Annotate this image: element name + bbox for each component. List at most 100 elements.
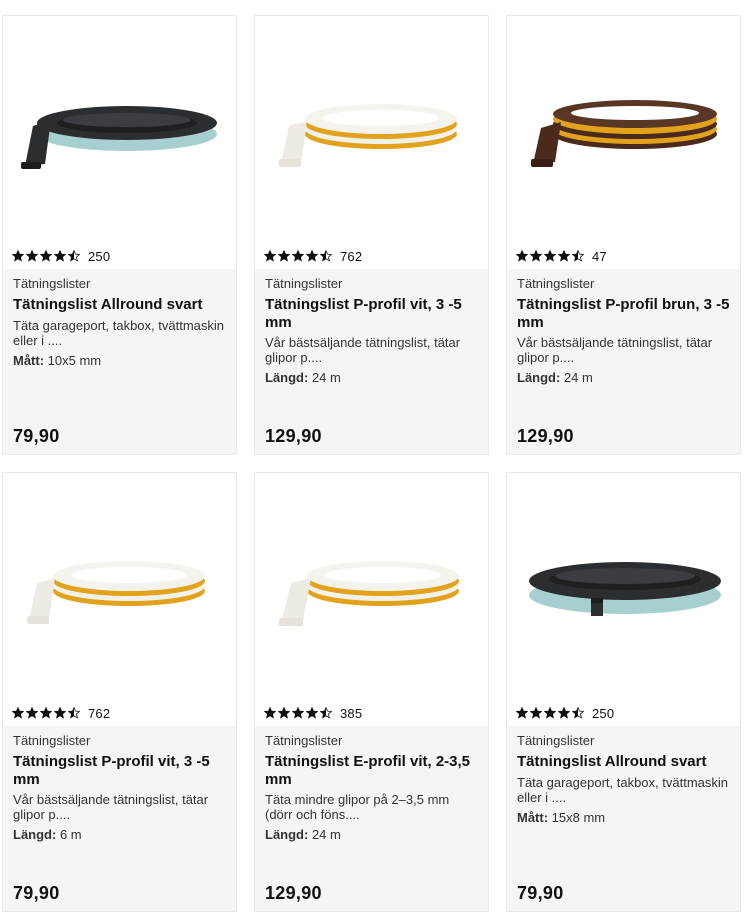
product-card[interactable]: 250 Tätningslister Tätningslist Allround…	[506, 472, 741, 912]
product-category[interactable]: Tätningslister	[13, 276, 226, 291]
spec-label: Längd:	[265, 370, 309, 385]
product-price: 79,90	[13, 426, 60, 446]
product-info: Tätningslister Tätningslist P-profil vit…	[3, 726, 236, 911]
product-image[interactable]	[255, 16, 488, 241]
black-seal-strip-roll-icon	[21, 106, 217, 169]
spec-label: Längd:	[265, 827, 309, 842]
star-icon	[320, 707, 332, 719]
rating: 250	[516, 705, 614, 721]
star-rating-icon	[516, 707, 584, 719]
product-card[interactable]: 762 Tätningslister Tätningslist P-profil…	[2, 472, 237, 912]
star-icon	[516, 250, 528, 262]
product-image[interactable]	[255, 473, 488, 698]
white-seal-strip-roll-icon	[27, 561, 205, 624]
product-description: Täta garageport, takbox, tvättmaskin ell…	[517, 774, 728, 805]
product-spec: Längd: 24 m	[517, 370, 730, 385]
star-icon	[292, 707, 304, 719]
product-description: Täta mindre glipor på 2–3,5 mm (dörr och…	[265, 792, 450, 822]
product-info: Tätningslister Tätningslist Allround sva…	[507, 726, 740, 911]
product-price: 79,90	[517, 883, 564, 903]
star-icon	[544, 250, 556, 262]
product-category[interactable]: Tätningslister	[265, 276, 478, 291]
product-image[interactable]	[3, 473, 236, 698]
rating-count: 762	[88, 705, 111, 721]
star-icon	[26, 250, 38, 262]
star-icon	[54, 707, 66, 719]
star-icon	[40, 250, 52, 262]
rating: 250	[12, 248, 110, 264]
star-icon	[516, 707, 528, 719]
star-icon	[12, 707, 24, 719]
star-icon	[278, 707, 290, 719]
white-seal-strip-roll-icon	[279, 561, 459, 626]
product-card[interactable]: 47 Tätningslister Tätningslist P-profil …	[506, 15, 741, 455]
rating: 762	[12, 705, 110, 721]
spec-value: 24 m	[560, 370, 593, 385]
product-category[interactable]: Tätningslister	[265, 733, 478, 748]
brown-seal-strip-roll-icon	[531, 100, 717, 167]
product-spec: Mått: 15x8 mm	[517, 810, 730, 825]
star-icon	[306, 250, 318, 262]
star-rating-icon	[264, 250, 332, 262]
white-seal-strip-roll-icon	[279, 104, 457, 167]
product-price: 129,90	[517, 426, 574, 446]
product-category[interactable]: Tätningslister	[517, 733, 730, 748]
product-info: Tätningslister Tätningslist Allround sva…	[3, 269, 236, 454]
spec-value: 6 m	[56, 827, 82, 842]
star-icon	[558, 250, 570, 262]
product-info: Tätningslister Tätningslist E-profil vit…	[255, 726, 488, 911]
spec-value: 15x8 mm	[548, 809, 606, 825]
star-icon	[544, 707, 556, 719]
product-info: Tätningslister Tätningslist P-profil vit…	[255, 269, 488, 454]
product-title[interactable]: Tätningslist P-profil vit, 3 -5 mm	[265, 296, 478, 331]
product-image[interactable]	[507, 16, 740, 241]
product-category[interactable]: Tätningslister	[13, 733, 226, 748]
product-image[interactable]	[507, 473, 740, 698]
rating: 385	[264, 705, 362, 721]
product-card[interactable]: 385 Tätningslister Tätningslist E-profil…	[254, 472, 489, 912]
star-rating-icon	[516, 250, 584, 262]
product-card[interactable]: 762 Tätningslister Tätningslist P-profil…	[254, 15, 489, 455]
product-title[interactable]: Tätningslist E-profil vit, 2-3,5 mm	[265, 753, 478, 788]
rating-count: 385	[340, 705, 363, 721]
star-icon	[572, 250, 584, 262]
spec-value: 24 m	[308, 827, 341, 842]
product-title[interactable]: Tätningslist Allround svart	[517, 753, 730, 771]
rating-count: 47	[592, 248, 607, 264]
product-spec: Mått: 10x5 mm	[13, 353, 226, 368]
spec-label: Längd:	[517, 370, 561, 385]
product-price: 129,90	[265, 883, 322, 903]
product-category[interactable]: Tätningslister	[517, 276, 730, 291]
product-image[interactable]	[3, 16, 236, 241]
star-icon	[572, 707, 584, 719]
spec-value: 10x5 mm	[44, 352, 102, 368]
star-icon	[12, 250, 24, 262]
spec-label: Mått:	[517, 809, 549, 825]
product-spec: Längd: 24 m	[265, 370, 478, 385]
product-title[interactable]: Tätningslist Allround svart	[13, 296, 226, 314]
spec-label: Mått:	[13, 352, 45, 368]
product-description: Vår bästsäljande tätningslist, tätar gli…	[13, 792, 209, 822]
black-seal-strip-roll-icon	[529, 562, 721, 616]
star-icon	[530, 707, 542, 719]
product-title[interactable]: Tätningslist P-profil vit, 3 -5 mm	[13, 753, 226, 788]
star-icon	[558, 707, 570, 719]
rating-count: 762	[340, 248, 363, 264]
product-title[interactable]: Tätningslist P-profil brun, 3 -5 mm	[517, 296, 730, 331]
product-description: Vår bästsäljande tätningslist, tätar gli…	[265, 335, 461, 365]
product-spec: Längd: 24 m	[265, 827, 478, 842]
star-icon	[54, 250, 66, 262]
product-info: Tätningslister Tätningslist P-profil bru…	[507, 269, 740, 454]
star-icon	[40, 707, 52, 719]
product-card[interactable]: 250 Tätningslister Tätningslist Allround…	[2, 15, 237, 455]
star-icon	[292, 250, 304, 262]
product-spec: Längd: 6 m	[13, 827, 226, 842]
star-icon	[264, 707, 276, 719]
star-icon	[278, 250, 290, 262]
star-icon	[530, 250, 542, 262]
star-icon	[26, 707, 38, 719]
product-description: Vår bästsäljande tätningslist, tätar gli…	[517, 335, 713, 365]
star-rating-icon	[12, 250, 80, 262]
star-icon	[264, 250, 276, 262]
rating: 762	[264, 248, 362, 264]
